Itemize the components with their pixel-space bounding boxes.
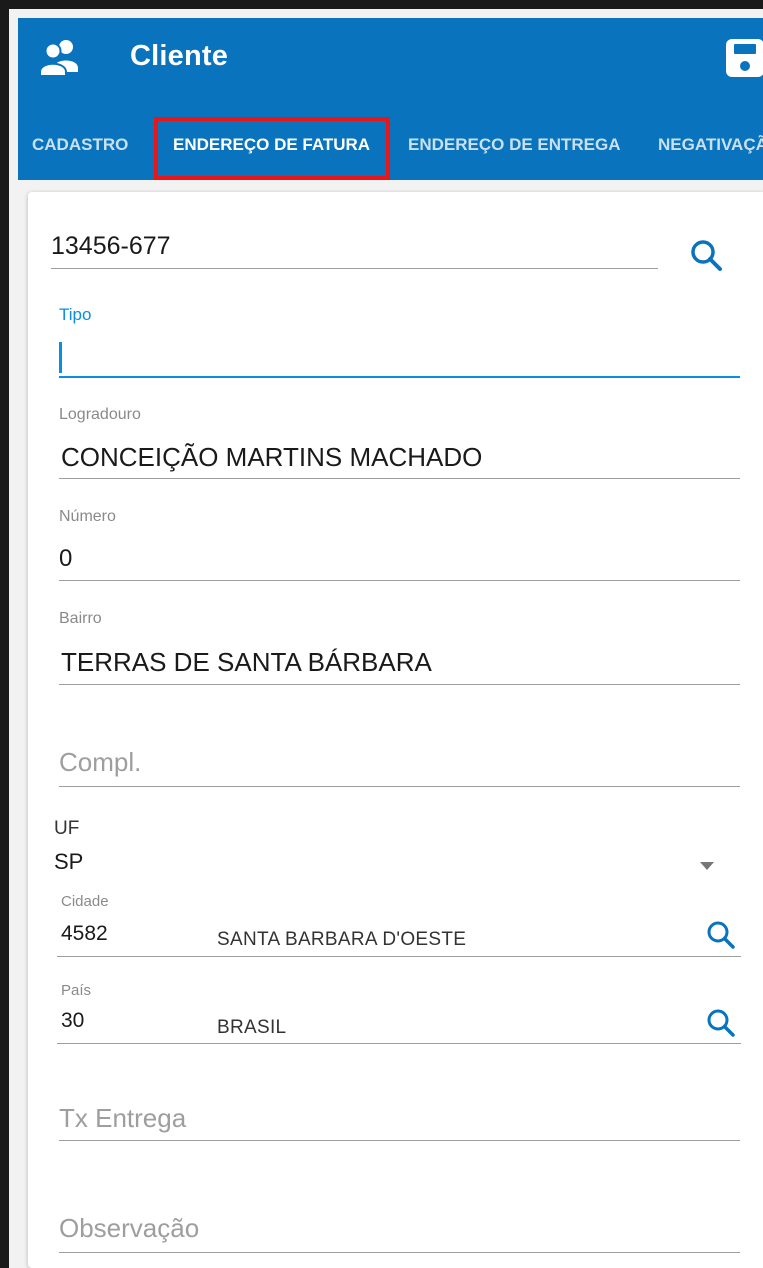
bairro-input[interactable]: TERRAS DE SANTA BÁRBARA [61, 647, 432, 678]
logradouro-input[interactable]: CONCEIÇÃO MARTINS MACHADO [61, 442, 482, 473]
logradouro-underline [59, 478, 740, 479]
compl-input[interactable]: Compl. [59, 747, 141, 778]
observacao-input[interactable]: Observação [59, 1213, 199, 1244]
compl-underline [59, 786, 740, 787]
cidade-name: SANTA BARBARA D'OESTE [217, 929, 467, 950]
address-form-card: 13456-677 Tipo Logradouro CONCEIÇÃO MART… [28, 192, 763, 1268]
numero-input[interactable]: 0 [59, 545, 72, 573]
pais-code-input[interactable]: 30 [61, 1009, 84, 1033]
tipo-label: Tipo [59, 305, 92, 324]
cidade-label: Cidade [61, 893, 109, 910]
cidade-underline [57, 956, 741, 957]
numero-underline [59, 580, 740, 581]
app-bar: Cliente CADASTRO ENDEREÇO DE FATURA ENDE… [18, 18, 763, 180]
cidade-code-input[interactable]: 4582 [61, 922, 108, 946]
cep-input[interactable]: 13456-677 [51, 232, 171, 261]
tab-endereco-entrega[interactable]: ENDEREÇO DE ENTREGA [408, 109, 621, 180]
tab-cadastro[interactable]: CADASTRO [32, 109, 128, 180]
tx-entrega-underline [59, 1140, 740, 1141]
search-icon[interactable] [706, 920, 736, 950]
bairro-underline [59, 684, 740, 685]
tab-negativacao[interactable]: NEGATIVAÇÃ [658, 109, 763, 180]
numero-label: Número [59, 508, 116, 525]
observacao-underline [59, 1252, 740, 1253]
tx-entrega-input[interactable]: Tx Entrega [59, 1103, 186, 1134]
page-title: Cliente [130, 40, 229, 72]
tipo-input[interactable] [59, 338, 739, 376]
tab-bar: CADASTRO ENDEREÇO DE FATURA ENDEREÇO DE … [18, 109, 763, 180]
save-icon[interactable] [725, 38, 763, 78]
selected-tab-highlight [154, 117, 390, 180]
cep-underline [51, 268, 658, 269]
users-icon [40, 40, 78, 76]
pais-underline [57, 1043, 741, 1044]
uf-select[interactable]: SP [54, 849, 83, 875]
tipo-underline [59, 376, 740, 378]
search-icon[interactable] [689, 238, 723, 272]
logradouro-label: Logradouro [59, 406, 141, 423]
pais-label: País [61, 982, 92, 999]
uf-label: UF [54, 818, 80, 839]
caret-down-icon[interactable] [700, 862, 714, 870]
app-frame: Cliente CADASTRO ENDEREÇO DE FATURA ENDE… [0, 0, 763, 1268]
search-icon[interactable] [706, 1008, 736, 1038]
pais-name: BRASIL [217, 1017, 287, 1038]
bairro-label: Bairro [59, 610, 102, 627]
